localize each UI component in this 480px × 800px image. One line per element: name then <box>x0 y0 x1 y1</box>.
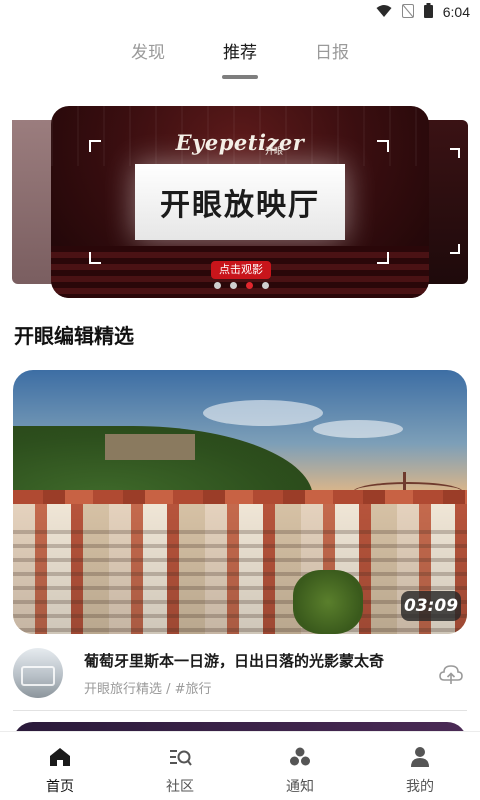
nav-profile[interactable]: 我的 <box>360 732 480 800</box>
nav-community[interactable]: 社区 <box>120 732 240 800</box>
brand-logo: Eyepetizer <box>175 130 305 155</box>
nav-home-label: 首页 <box>46 779 74 795</box>
bottom-nav: 首页 社区 通知 我的 <box>0 731 480 800</box>
video-category[interactable]: 开眼旅行精选 / #旅行 <box>84 678 212 697</box>
banner-next-peek[interactable] <box>428 120 468 284</box>
carousel-indicator <box>211 282 271 289</box>
top-tab-bar: 发现 推荐 日报 <box>0 38 480 82</box>
battery-icon <box>423 2 433 22</box>
community-icon <box>168 746 192 768</box>
frame-corner-icon <box>89 140 101 152</box>
tab-recommend[interactable]: 推荐 <box>210 38 270 63</box>
divider <box>13 710 467 711</box>
tab-daily[interactable]: 日报 <box>302 38 362 63</box>
brand-logo-sub: 开眼 <box>265 147 284 157</box>
frame-corner-icon <box>89 252 101 264</box>
video-title[interactable]: 葡萄牙里斯本一日游，日出日落的光影蒙太奇 <box>84 650 384 671</box>
thumbnail-trees <box>293 570 363 634</box>
active-tab-indicator <box>222 75 258 79</box>
section-title: 开眼编辑精选 <box>14 324 134 348</box>
carousel-dot[interactable] <box>213 282 221 289</box>
profile-icon <box>408 746 432 768</box>
thumbnail-cloud <box>203 400 323 426</box>
status-time: 6:04 <box>442 4 470 20</box>
frame-corner-icon <box>450 244 460 254</box>
share-icon[interactable] <box>438 662 464 686</box>
home-icon <box>48 746 72 768</box>
nav-notification[interactable]: 通知 <box>240 732 360 800</box>
nav-profile-label: 我的 <box>406 779 434 795</box>
thumbnail-windows <box>13 520 467 634</box>
author-avatar[interactable] <box>13 648 63 698</box>
nav-home[interactable]: 首页 <box>0 732 120 800</box>
video-duration-badge: 03:09 <box>401 591 461 621</box>
carousel-dot[interactable] <box>229 282 237 289</box>
thumbnail-castle <box>105 434 195 460</box>
frame-corner-icon <box>450 148 460 158</box>
tab-discover[interactable]: 发现 <box>118 38 178 63</box>
watch-now-button[interactable]: 点击观影 <box>211 261 271 279</box>
carousel-dot-active[interactable] <box>245 282 253 289</box>
notification-icon <box>288 746 312 768</box>
thumbnail-roofs <box>13 490 467 504</box>
frame-corner-icon <box>377 252 389 264</box>
banner-card[interactable]: Eyepetizer 开眼 开眼放映厅 点击观影 <box>51 106 429 298</box>
carousel-dot[interactable] <box>261 282 269 289</box>
banner-headline: 开眼放映厅 <box>160 188 320 223</box>
banner-prev-peek[interactable] <box>12 120 52 284</box>
frame-corner-icon <box>377 140 389 152</box>
nav-notification-label: 通知 <box>286 779 314 795</box>
nav-community-label: 社区 <box>166 779 194 795</box>
status-bar: 6:04 <box>0 0 480 24</box>
video-thumbnail[interactable]: 03:09 <box>13 370 467 634</box>
no-signal-icon <box>401 3 414 22</box>
wifi-icon <box>376 3 392 22</box>
thumbnail-cloud <box>313 420 403 438</box>
